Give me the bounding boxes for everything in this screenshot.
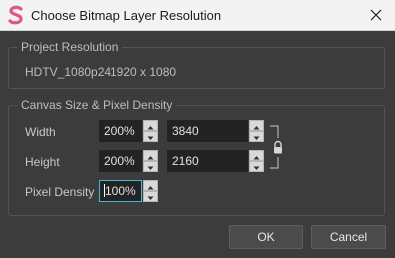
pixel-density-spinner: [143, 180, 158, 202]
window-title: Choose Bitmap Layer Resolution: [31, 8, 222, 23]
width-percent-input[interactable]: 200%: [99, 120, 142, 142]
arrow-down-icon: [147, 136, 154, 140]
title-bar: Choose Bitmap Layer Resolution: [0, 0, 395, 31]
pixel-density-label: Pixel Density: [25, 185, 95, 199]
height-percent-input[interactable]: 200%: [99, 150, 142, 172]
arrow-down-icon: [253, 136, 260, 140]
lock-icon[interactable]: [272, 140, 284, 155]
height-label: Height: [25, 155, 60, 169]
height-percent-spinner: [143, 150, 158, 172]
width-pixels-spinner: [249, 120, 264, 142]
project-resolution-group: Project Resolution HDTV_1080p24 1920 x 1…: [8, 40, 385, 89]
canvas-size-legend: Canvas Size & Pixel Density: [17, 98, 177, 112]
height-pixels-decrement[interactable]: [249, 161, 264, 172]
width-percent-increment[interactable]: [143, 120, 158, 131]
width-percent-decrement[interactable]: [143, 131, 158, 142]
pixel-density-increment[interactable]: [143, 180, 158, 191]
arrow-down-icon: [147, 166, 154, 170]
project-size: 1920 x 1080: [110, 65, 177, 79]
close-icon: [370, 9, 382, 21]
height-pixels-input[interactable]: 2160: [167, 150, 248, 172]
height-pixels-spinner: [249, 150, 264, 172]
pixel-density-value: 100%: [105, 184, 136, 198]
arrow-down-icon: [147, 196, 154, 200]
width-pixels-increment[interactable]: [249, 120, 264, 131]
width-percent-spinner: [143, 120, 158, 142]
close-button[interactable]: [363, 4, 389, 26]
cancel-button[interactable]: Cancel: [311, 225, 386, 249]
pixel-density-input[interactable]: 100%: [99, 180, 142, 202]
ok-button[interactable]: OK: [229, 225, 303, 249]
height-percent-increment[interactable]: [143, 150, 158, 161]
app-logo-icon: [8, 5, 23, 25]
height-pixels-increment[interactable]: [249, 150, 264, 161]
height-percent-decrement[interactable]: [143, 161, 158, 172]
width-pixels-decrement[interactable]: [249, 131, 264, 142]
project-resolution-legend: Project Resolution: [17, 40, 123, 54]
width-label: Width: [25, 125, 56, 139]
width-pixels-input[interactable]: 3840: [167, 120, 248, 142]
arrow-down-icon: [253, 166, 260, 170]
pixel-density-decrement[interactable]: [143, 191, 158, 202]
project-format: HDTV_1080p24: [25, 65, 112, 79]
